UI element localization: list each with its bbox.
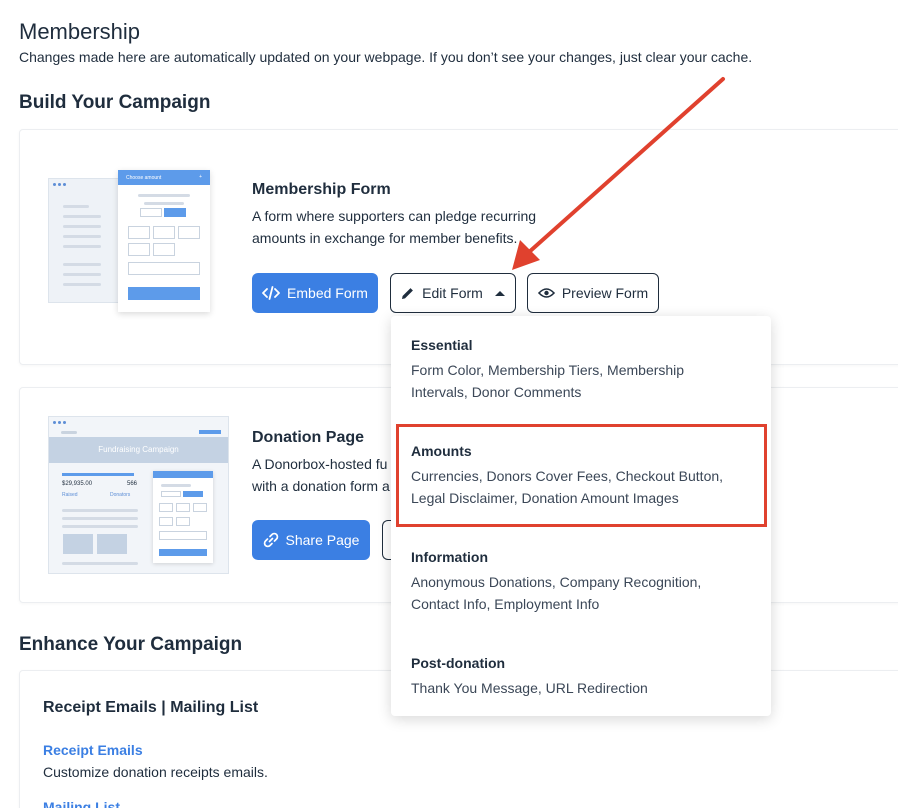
annotation-arrow-icon bbox=[512, 77, 725, 270]
